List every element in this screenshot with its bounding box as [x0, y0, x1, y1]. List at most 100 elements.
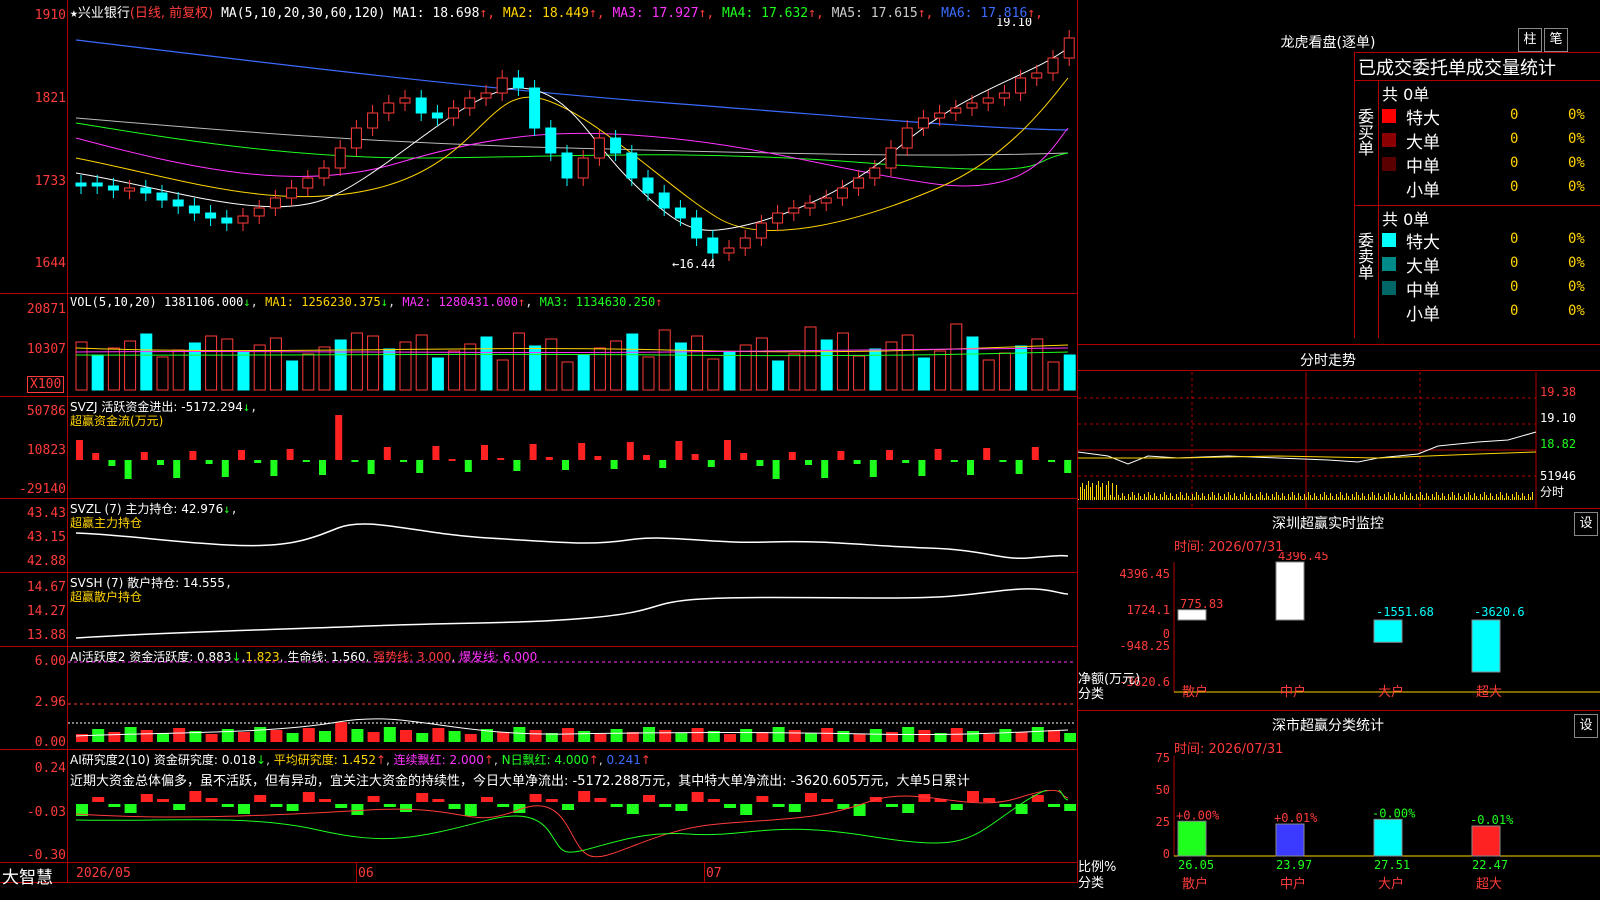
- candle: [869, 167, 881, 179]
- candle: [253, 207, 265, 217]
- intraday-chart[interactable]: 19.38 19.10 18.82 51946 分时: [1078, 372, 1600, 508]
- flow-bar: [788, 452, 796, 460]
- volume-bar: [885, 341, 898, 391]
- intraday-axis-3: 18.82: [1540, 437, 1576, 451]
- flow-bar: [869, 460, 877, 477]
- vol-ma2: MA2: 1280431.000: [402, 295, 518, 309]
- volume-bar: [707, 358, 720, 391]
- stats-settings-button[interactable]: 设: [1574, 714, 1598, 738]
- research-bar: [529, 794, 542, 802]
- stats-change-0: +0.00%: [1176, 808, 1220, 822]
- date-label-3: 07: [706, 866, 722, 881]
- activity-bar: [1064, 733, 1076, 742]
- vol-axis-2: 10307: [26, 342, 66, 357]
- candle: [658, 192, 670, 209]
- flow-bar: [643, 455, 650, 460]
- research-bar: [319, 799, 331, 802]
- date-label-1: 2026/05: [76, 866, 131, 881]
- flow-bar: [497, 458, 505, 460]
- svzj-axis-2: 10823: [26, 443, 66, 458]
- activity-bar: [610, 729, 623, 742]
- tick-toggle-button[interactable]: 笔: [1544, 28, 1568, 52]
- volume-bar: [820, 339, 833, 391]
- monitor-bar-chart[interactable]: 4396.45 1724.1 0 -948.25 -3620.6 775.83散…: [1078, 552, 1600, 712]
- candle: [853, 177, 865, 189]
- volume-chart: [75, 323, 1076, 391]
- volume-bar: [626, 333, 639, 391]
- volume-bar: [496, 359, 509, 391]
- activity-bar: [270, 730, 283, 742]
- flow-bar: [1048, 460, 1055, 462]
- ai1-axis-1: 6.00: [34, 654, 66, 669]
- activity-bar: [302, 728, 315, 742]
- svzj-chart: [76, 415, 1072, 479]
- research-bar: [545, 799, 558, 802]
- volume-bar: [723, 351, 736, 391]
- activity-bar: [254, 727, 267, 742]
- sell-row-name-1: 大单: [1406, 257, 1440, 277]
- sell-row-count-0: 0: [1510, 231, 1519, 247]
- activity-bar: [918, 730, 931, 742]
- research-bar: [205, 798, 218, 802]
- activity-bar: [464, 734, 477, 742]
- candle: [269, 197, 281, 209]
- activity-bar: [805, 733, 817, 742]
- candle: [415, 97, 427, 114]
- research-bar: [999, 804, 1012, 807]
- monitor-settings-button[interactable]: 设: [1574, 512, 1598, 536]
- flow-bar: [691, 454, 699, 460]
- activity-bar: [367, 732, 380, 742]
- activity-bar: [578, 731, 591, 742]
- volume-bar: [91, 354, 104, 391]
- volume-bar: [901, 334, 914, 391]
- monitor-axis-2: 1724.1: [1127, 603, 1170, 617]
- flow-bar: [610, 460, 618, 469]
- intraday-title: 分时走势: [1300, 353, 1356, 369]
- candlestick-chart[interactable]: 19.10 ←16.44: [68, 18, 1076, 293]
- candle: [1031, 72, 1043, 79]
- volume-bar: [658, 329, 671, 391]
- flow-bar: [853, 460, 861, 464]
- stats-bar-chart[interactable]: 75 50 25 0 +0.00% 26.05 散户 +0.01% 23.97 中户 -0.…: [1078, 752, 1600, 900]
- stats-change-1: +0.01%: [1274, 811, 1318, 825]
- volume-bar: [172, 349, 185, 391]
- flow-bar: [756, 460, 764, 466]
- candle: [966, 102, 978, 109]
- research-bar: [497, 804, 510, 807]
- sell-total: 共 0单: [1382, 210, 1430, 229]
- volume-bar: [334, 339, 347, 391]
- flow-bar: [367, 460, 375, 474]
- volume-bar: [431, 357, 444, 391]
- candle: [286, 187, 298, 199]
- stats-bar-0: [1177, 820, 1207, 857]
- flow-bar: [383, 447, 391, 460]
- volume-bar: [998, 352, 1011, 391]
- left-chart-area[interactable]: ★兴业银行(日线, 前复权) MA(5,10,20,30,60,120) MA1…: [0, 0, 1078, 900]
- stats-change-2: -0.00%: [1372, 806, 1416, 820]
- candle: [642, 177, 654, 194]
- activity-bar: [562, 728, 574, 742]
- research-bar: [140, 794, 153, 802]
- research-bar: [124, 804, 137, 813]
- candle: [739, 237, 751, 249]
- monitor-value-1: 4396.45: [1278, 552, 1329, 563]
- sell-row-pct-2: 0%: [1568, 279, 1585, 295]
- volume-bar: [350, 332, 363, 391]
- flow-bar: [189, 451, 197, 460]
- buy-row-pct-1: 0%: [1568, 131, 1585, 147]
- volume-bar: [836, 332, 849, 391]
- flow-bar: [76, 440, 83, 460]
- svsh-axis-1: 14.67: [26, 580, 66, 595]
- sell-row-name-2: 中单: [1406, 281, 1440, 301]
- activity-bar: [740, 729, 753, 742]
- bar-toggle-button[interactable]: 柱: [1518, 28, 1542, 52]
- research-bar: [400, 804, 412, 812]
- flow-bar: [967, 460, 974, 475]
- candle: [610, 137, 622, 154]
- monitor-value-3: -3620.6: [1474, 605, 1525, 619]
- research-bar: [432, 799, 445, 802]
- sell-row-swatch-3: [1382, 305, 1396, 319]
- intraday-unit: 分时: [1540, 485, 1564, 499]
- flow-bar: [983, 448, 991, 460]
- volume-bar: [950, 323, 963, 391]
